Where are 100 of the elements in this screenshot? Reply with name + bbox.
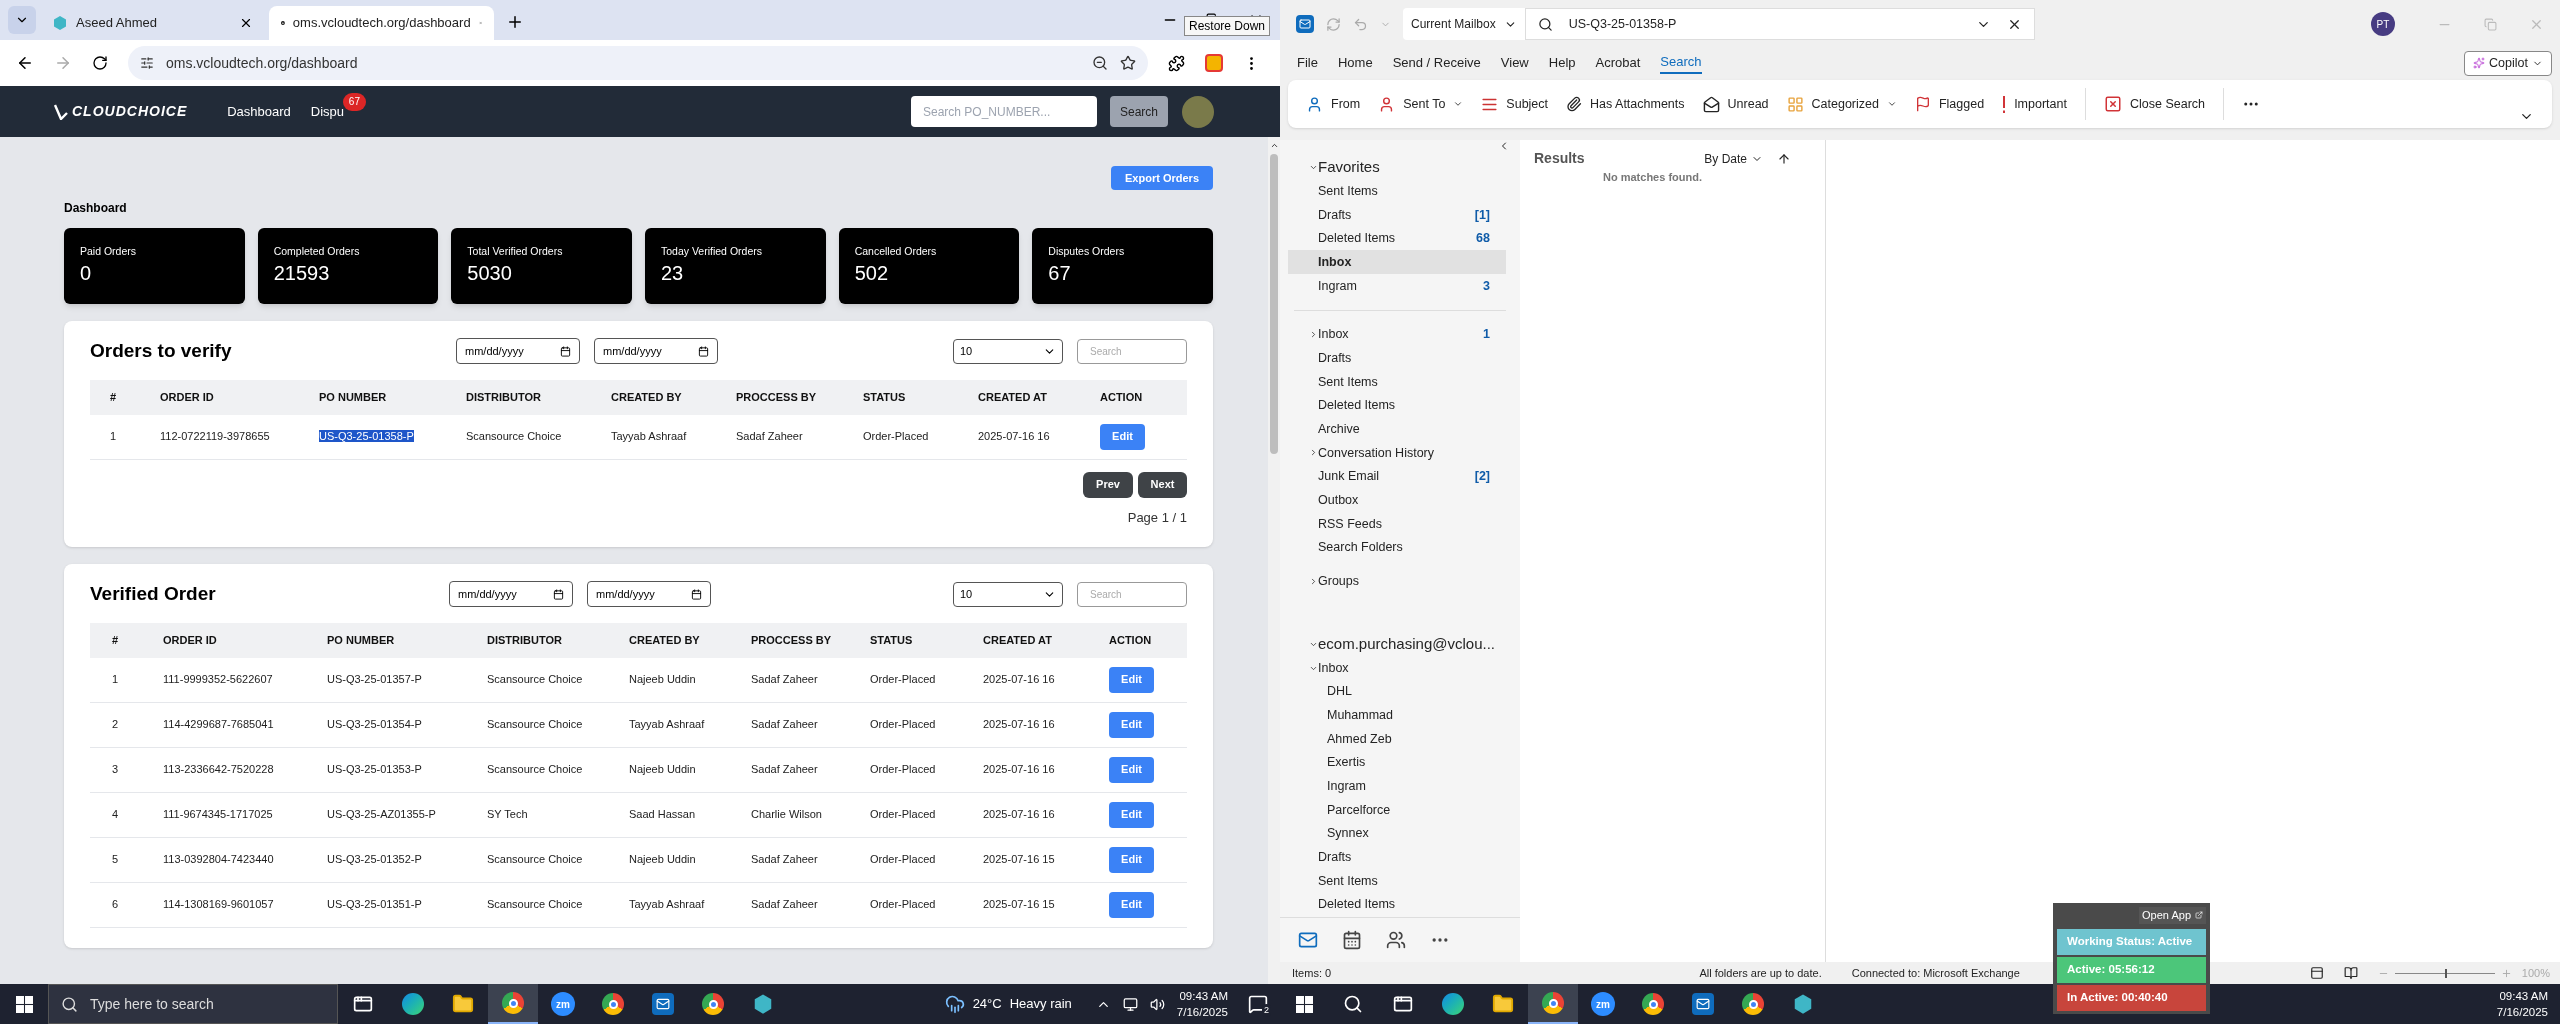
table-cell: US-Q3-25-01351-P <box>327 898 422 911</box>
status-row: Active: 05:56:12 <box>2057 956 2206 983</box>
table-cell-text: Order-Placed <box>863 429 930 445</box>
table-cell-text: Scansource Choice <box>487 852 584 868</box>
table-cell-text: Saad Hassan <box>629 807 697 823</box>
clock-date: 7/16/2025 <box>1176 1005 1228 1020</box>
column-header: DISTRIBUTOR <box>466 389 542 405</box>
status-row: In Active: 00:40:40 <box>2057 984 2206 1011</box>
table-cell-text: 113-0392804-7423440 <box>163 852 275 868</box>
stat-label: Cancelled Orders <box>854 244 938 259</box>
table-cell-text: 2025-07-16 16 <box>983 762 1056 778</box>
table-cell-text: Tayyab Ashraaf <box>629 897 706 913</box>
table-cell-text: SY Tech <box>487 807 529 823</box>
column-header: PO NUMBER <box>327 632 396 648</box>
results-title: Results <box>1534 149 1585 168</box>
temperature-text: 24°C <box>972 995 1002 1014</box>
table-cell-text: Najeeb Uddin <box>629 852 697 868</box>
table-cell-text: Order-Placed <box>870 807 937 823</box>
table-cell-text: Sadaf Zaheer <box>751 852 819 868</box>
unread-count: [1] <box>1474 206 1490 224</box>
column-header: ACTION <box>1109 632 1153 648</box>
table-cell-text: 1 <box>111 672 120 688</box>
column-header: CREATED BY <box>611 389 683 405</box>
clock-date: 7/16/2025 <box>2496 1005 2548 1020</box>
url-text: oms.vcloudtech.org/dashboard <box>166 53 358 73</box>
column-header: PROCCESS BY <box>751 632 833 648</box>
table-cell-text: 114-4299687-7685041 <box>163 717 275 733</box>
tooltip: Restore Down <box>1183 16 1270 36</box>
unread-count: [2] <box>1474 468 1490 486</box>
stat-value: 23 <box>661 260 685 286</box>
table-cell-text: Sadaf Zaheer <box>751 717 819 733</box>
avatar: PT <box>2371 12 2395 36</box>
unread-count: 3 <box>1483 277 1490 295</box>
table-cell-text: Order-Placed <box>870 717 937 733</box>
table-cell-text: Charlie Wilson <box>751 807 823 823</box>
table-cell: US-Q3-25-01353-P <box>327 763 422 776</box>
table-cell-text: 4 <box>111 807 120 823</box>
table-cell-text: Order-Placed <box>870 672 937 688</box>
stat-label: Paid Orders <box>80 244 138 259</box>
table-cell-text: Order-Placed <box>870 852 937 868</box>
table-cell-text: Sadaf Zaheer <box>736 429 804 445</box>
column-header: PROCCESS BY <box>736 389 818 405</box>
table-cell-text: Scansource Choice <box>466 429 563 445</box>
table-cell-text: 2025-07-16 16 <box>983 672 1056 688</box>
table-cell: US-Q3-25-01352-P <box>327 853 422 866</box>
table-cell-text: Tayyab Ashraaf <box>611 429 688 445</box>
table-cell-text: 2 <box>111 717 120 733</box>
column-header: CREATED AT <box>983 632 1053 648</box>
column-header: STATUS <box>863 389 907 405</box>
column-header: # <box>111 632 120 648</box>
stat-label: Today Verified Orders <box>661 244 763 259</box>
table-cell-text: 3 <box>111 762 120 778</box>
table-cell-text: 2025-07-16 16 <box>983 807 1056 823</box>
table-cell-text: Najeeb Uddin <box>629 672 697 688</box>
status-text: Items: 0 <box>1292 965 1332 981</box>
column-header: ORDER ID <box>163 632 218 648</box>
column-header: DISTRIBUTOR <box>487 632 563 648</box>
column-header: CREATED AT <box>978 389 1048 405</box>
table-cell-text: Sadaf Zaheer <box>751 672 819 688</box>
table-cell-text: 112-0722119-3978655 <box>160 429 271 445</box>
table-cell-text: Scansource Choice <box>487 762 584 778</box>
unread-count: 1 <box>1483 326 1490 344</box>
empty-message: No matches found. <box>1603 170 1702 185</box>
table-cell-text: Scansource Choice <box>487 672 584 688</box>
table-cell-text: 2025-07-16 16 <box>978 429 1051 445</box>
column-header: ACTION <box>1100 389 1144 405</box>
stat-label: Completed Orders <box>273 244 361 259</box>
clock-time: 09:43 AM <box>1179 989 1228 1004</box>
stat-value: 5030 <box>467 260 513 286</box>
column-header: # <box>109 389 118 405</box>
table-cell: US-Q3-25-01357-P <box>327 673 422 686</box>
table-cell-text: 2025-07-16 15 <box>983 852 1056 868</box>
column-header: STATUS <box>870 632 914 648</box>
table-cell-text: 2025-07-16 15 <box>983 897 1056 913</box>
table-cell-text: Order-Placed <box>870 897 937 913</box>
page-heading: Dashboard <box>64 200 128 217</box>
stat-value: 21593 <box>273 260 331 286</box>
column-header: CREATED BY <box>629 632 701 648</box>
card-title: Verified Order <box>90 582 217 606</box>
unread-count: 68 <box>1476 230 1490 248</box>
stat-value: 67 <box>1048 260 1072 286</box>
stat-value: 502 <box>854 260 890 286</box>
table-cell: US-Q3-25-AZ01355-P <box>327 808 436 821</box>
table-cell: US-Q3-25-01354-P <box>327 718 422 731</box>
table-cell-text: Sadaf Zaheer <box>751 762 819 778</box>
clock-time: 09:43 AM <box>2499 989 2548 1004</box>
card-title: Orders to verify <box>90 339 233 363</box>
table-cell-text: 1 <box>109 429 118 445</box>
status-row: Working Status: Active <box>2057 928 2206 955</box>
table-cell-text: Tayyab Ashraaf <box>629 717 706 733</box>
brand-logo: CLOUDCHOICE <box>72 102 188 121</box>
table-cell-text: 113-2336642-7520228 <box>163 762 275 778</box>
stat-label: Total Verified Orders <box>467 244 564 259</box>
table-cell-text: 6 <box>111 897 120 913</box>
zoom-level: 100% <box>2521 965 2550 981</box>
table-cell-text: 2025-07-16 16 <box>983 717 1056 733</box>
table-cell-text: 5 <box>111 852 120 868</box>
table-cell-text: 111-9674345-1717025 <box>163 807 274 823</box>
table-cell-text: Scansource Choice <box>487 717 584 733</box>
table-cell-text: Scansource Choice <box>487 897 584 913</box>
